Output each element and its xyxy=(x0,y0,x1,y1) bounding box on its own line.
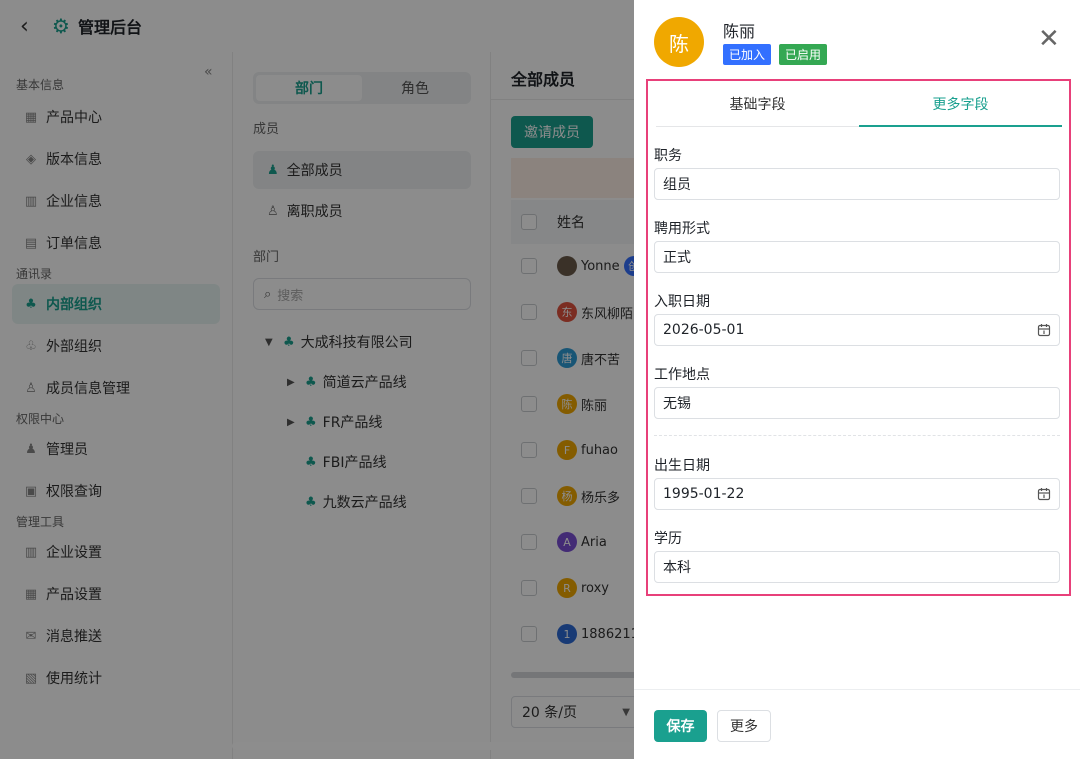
fields-section: 基础字段 更多字段 职务 组员 聘用形式 正式 入职日期 2026-05-01 … xyxy=(646,79,1071,596)
enabled-badge: 已启用 xyxy=(779,44,828,65)
calendar-icon[interactable] xyxy=(1037,487,1051,501)
field-label-position: 职务 xyxy=(654,148,682,164)
member-detail-drawer: 陈 陈丽 已加入 已启用 ✕ 基础字段 更多字段 职务 组员 聘用形式 正式 入… xyxy=(634,0,1080,759)
save-button[interactable]: 保存 xyxy=(654,710,707,742)
employment-type-field[interactable]: 正式 xyxy=(654,241,1060,273)
tab-basic-fields[interactable]: 基础字段 xyxy=(656,81,859,126)
birth-date-picker[interactable]: 1995-01-22 xyxy=(654,478,1060,510)
field-label-location: 工作地点 xyxy=(654,367,710,383)
field-label-hire-date: 入职日期 xyxy=(654,294,710,310)
more-button[interactable]: 更多 xyxy=(717,710,771,742)
member-name: 陈丽 xyxy=(723,22,756,41)
hire-date-picker[interactable]: 2026-05-01 xyxy=(654,314,1060,346)
close-icon[interactable]: ✕ xyxy=(1038,26,1060,52)
work-location-field[interactable]: 无锡 xyxy=(654,387,1060,419)
position-field[interactable]: 组员 xyxy=(654,168,1060,200)
divider xyxy=(634,689,1080,690)
page-scrollbar[interactable] xyxy=(232,742,634,750)
education-field[interactable]: 本科 xyxy=(654,551,1060,583)
member-avatar: 陈 xyxy=(654,17,704,67)
joined-badge: 已加入 xyxy=(723,44,772,65)
field-label-education: 学历 xyxy=(654,531,682,547)
field-tabs: 基础字段 更多字段 xyxy=(656,81,1062,127)
field-label-birth-date: 出生日期 xyxy=(654,458,710,474)
field-label-employment: 聘用形式 xyxy=(654,221,710,237)
tab-more-fields[interactable]: 更多字段 xyxy=(859,81,1062,127)
divider xyxy=(654,435,1060,436)
modal-overlay[interactable] xyxy=(0,0,634,759)
calendar-icon[interactable] xyxy=(1037,323,1051,337)
